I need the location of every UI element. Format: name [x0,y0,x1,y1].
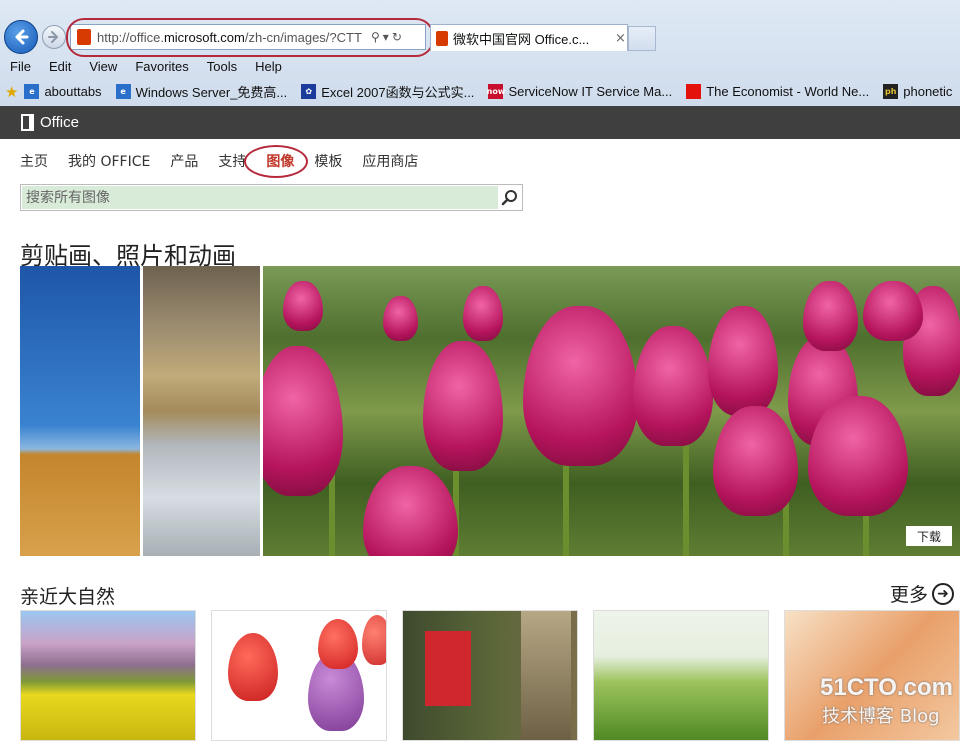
browser-chrome: http://office.microsoft.com/zh-cn/images… [0,0,960,106]
menu-bar: File Edit View Favorites Tools Help [0,56,960,77]
nature-thumbnail-garden-tools[interactable] [402,610,578,741]
back-button[interactable] [4,20,38,54]
more-label: 更多 [890,584,929,606]
menu-tools[interactable]: Tools [207,59,237,74]
browser-tab-active[interactable]: 微软中国官网 Office.c... × [430,24,628,51]
favorite-link[interactable]: The Economist - World Ne... [686,84,869,99]
forward-button[interactable] [42,25,66,49]
section-title-nature: 亲近大自然 [20,586,116,608]
hero-thumbnail-sky[interactable] [20,266,140,556]
favorite-link[interactable]: ph phonetic [883,84,952,99]
hero-thumbnail-marsh[interactable] [143,266,260,556]
arrow-left-icon [15,29,29,45]
site-nav: 主页 我的 OFFICE 产品 支持 图像 模板 应用商店 [20,150,438,172]
economist-icon [686,84,702,99]
close-tab-icon[interactable]: × [615,31,626,46]
nature-thumbnail-tulips[interactable] [211,610,387,741]
menu-help[interactable]: Help [255,59,282,74]
favorites-bar: ★ e abouttabs e Windows Server_免费高... ✿ … [0,79,960,104]
phonetic-icon: ph [883,84,899,99]
nav-products[interactable]: 产品 [170,151,198,171]
download-button[interactable]: 下载 [906,526,952,546]
favorite-link[interactable]: ✿ Excel 2007函数与公式实... [301,82,474,101]
menu-view[interactable]: View [89,59,117,74]
nav-templates[interactable]: 模板 [314,151,342,171]
nav-support[interactable]: 支持 [218,151,246,171]
office-header-bar: Office [0,106,960,139]
annotation-circle-address [66,18,434,57]
favorite-link[interactable]: e abouttabs [24,84,102,99]
hero-image-tulips[interactable]: 下载 [263,266,960,556]
more-link[interactable]: 更多 ➜ [890,580,955,607]
nature-thumbnail-blossom[interactable] [20,610,196,741]
watermark-logo: 51CTO.com [820,674,953,701]
ie-page-icon: e [115,84,131,99]
office-favicon-icon [436,30,448,46]
nav-my-office[interactable]: 我的 OFFICE [68,151,150,171]
favorite-link[interactable]: e Windows Server_免费高... [115,82,287,101]
arrow-right-icon [48,31,59,43]
nav-home[interactable]: 主页 [20,151,48,171]
search-button[interactable] [498,185,522,210]
tab-title: 微软中国官网 Office.c... [453,31,590,47]
office-logo-text[interactable]: Office [40,114,79,131]
menu-file[interactable]: File [10,59,31,74]
nature-thumbnail-grass[interactable] [593,610,769,741]
watermark-blog: 技术博客 Blog [822,706,940,727]
image-search-box [20,184,523,211]
ie-page-icon: e [24,84,40,99]
office-logo-icon[interactable] [21,114,34,131]
favorites-star-icon[interactable]: ★ [5,83,18,101]
favorite-link[interactable]: now ServiceNow IT Service Ma... [487,84,672,99]
paw-icon: ✿ [301,84,317,99]
search-icon [501,189,517,205]
servicenow-icon: now [487,84,505,99]
image-search-input[interactable] [22,186,498,209]
nav-store[interactable]: 应用商店 [362,151,418,171]
menu-favorites[interactable]: Favorites [135,59,188,74]
new-tab-button[interactable] [628,26,656,51]
arrow-right-circle-icon: ➜ [932,582,955,605]
menu-edit[interactable]: Edit [49,59,71,74]
annotation-circle-images [244,145,308,178]
